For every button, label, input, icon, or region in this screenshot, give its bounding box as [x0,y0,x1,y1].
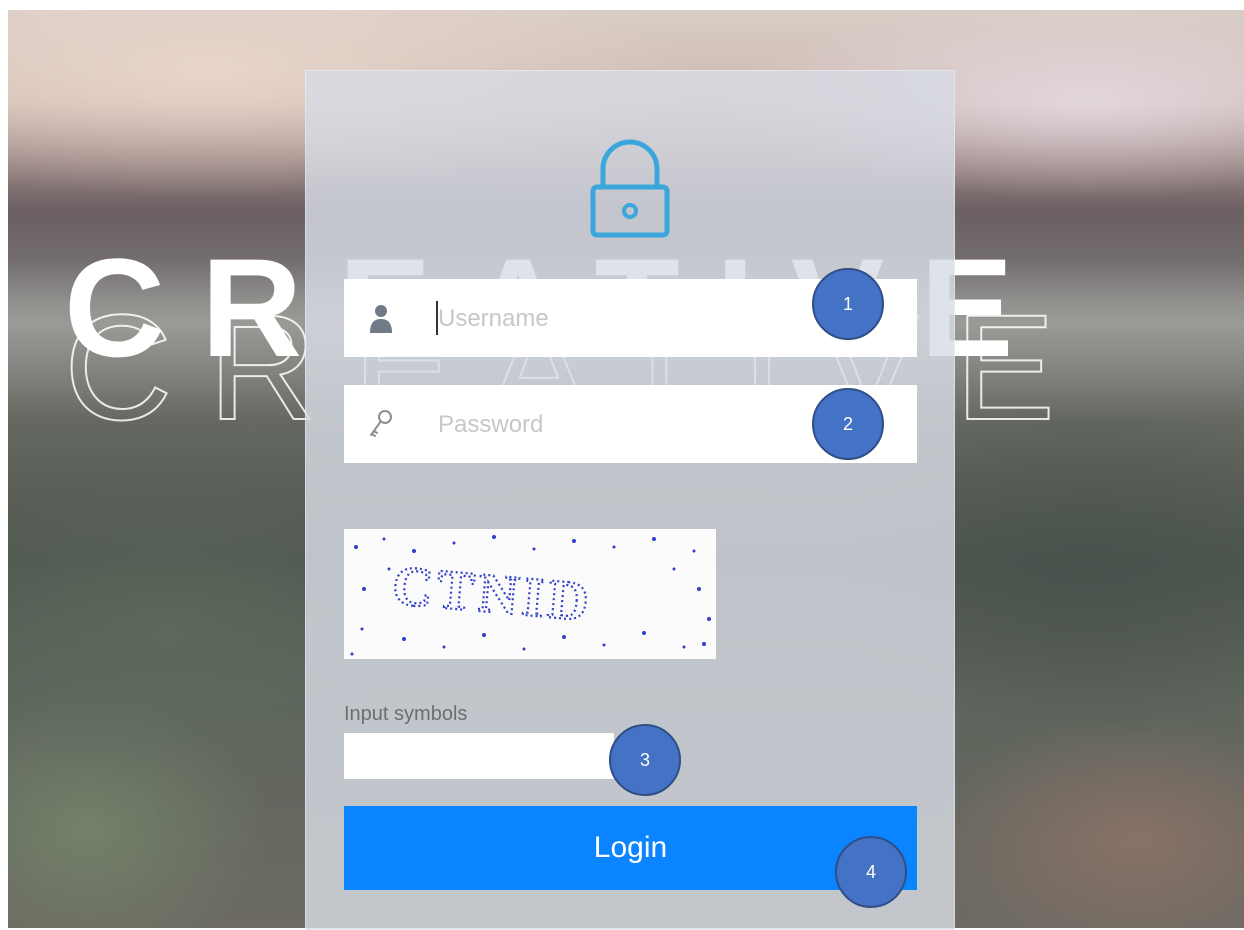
password-input[interactable] [436,403,800,447]
text-caret [436,301,438,335]
annotation-marker-4: 4 [835,836,907,908]
key-icon [370,410,392,437]
captcha-input[interactable] [344,733,614,779]
username-input[interactable] [436,297,800,341]
annotation-marker-3: 3 [609,724,681,796]
login-panel: CTNID Input symbols Login [305,70,955,930]
symbols-label: Input symbols [344,703,468,725]
captcha-image: CTNID [344,529,716,659]
user-icon [370,305,392,333]
lock-icon [590,139,670,238]
annotation-marker-1: 1 [812,268,884,340]
login-button[interactable]: Login [344,806,917,890]
annotation-marker-2: 2 [812,388,884,460]
